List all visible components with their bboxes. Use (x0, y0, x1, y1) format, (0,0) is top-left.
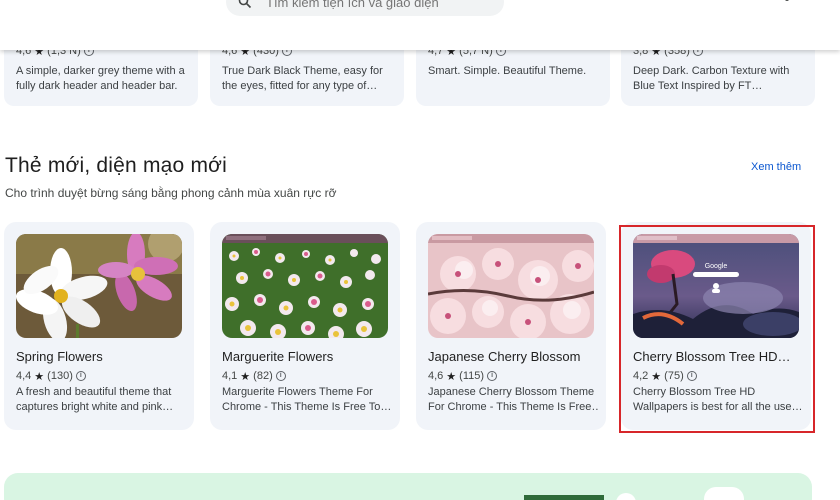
description-line: True Dark Black Theme, easy for (222, 65, 383, 77)
rating-value: 4,4 (16, 370, 32, 382)
rating-count: (115) (459, 370, 485, 382)
rating: 4,1 ★ (82) i (222, 369, 286, 383)
info-icon[interactable]: i (487, 371, 498, 381)
section-subtitle: Cho trình duyệt bừng sáng bằng phong cản… (5, 186, 337, 200)
rating-count: (130) (47, 370, 73, 382)
help-icon[interactable] (780, 0, 794, 4)
star-icon: ★ (34, 370, 45, 383)
search-bar[interactable] (226, 0, 504, 16)
theme-card-marguerite-flowers[interactable]: Marguerite Flowers 4,1 ★ (82) i Margueri… (210, 222, 400, 430)
rating-count: (82) (253, 370, 273, 382)
theme-description: A fresh and beautiful theme that capture… (16, 385, 186, 415)
banner-illustration (524, 487, 744, 500)
theme-name: Marguerite Flowers (222, 349, 334, 364)
see-more-link[interactable]: Xem thêm (751, 161, 801, 173)
description-line: Blue Text Inspired by FT… (633, 80, 763, 92)
description-line: the eyes, fitted for any type of… (222, 80, 378, 92)
theme-thumbnail (222, 234, 388, 338)
japanese-cherry-blossom-image (428, 234, 594, 338)
description-line: Deep Dark. Carbon Texture with (633, 65, 790, 77)
search-icon (238, 0, 252, 9)
star-icon: ★ (240, 370, 251, 383)
rating-value: 4,6 (428, 370, 444, 382)
marguerite-flowers-image (222, 234, 388, 338)
theme-card-japanese-cherry-blossom[interactable]: Japanese Cherry Blossom 4,6 ★ (115) i Ja… (416, 222, 606, 430)
rating-value: 4,1 (222, 370, 238, 382)
highlight-box (619, 225, 815, 433)
section-title: Thẻ mới, diện mạo mới (5, 154, 227, 177)
description-line: captures bright white and pink… (16, 401, 174, 413)
rating: 4,4 ★ (130) i (16, 369, 86, 383)
description-line: Smart. Simple. Beautiful Theme. (428, 65, 587, 77)
theme-description: A simple, darker grey theme with a fully… (16, 64, 186, 94)
more-vert-icon[interactable] (812, 0, 826, 4)
top-header (0, 0, 840, 50)
star-icon: ★ (446, 370, 457, 383)
spring-flowers-image (16, 234, 182, 338)
description-line: Marguerite Flowers Theme For (222, 386, 373, 398)
info-icon[interactable]: i (275, 371, 286, 381)
description-line: A fresh and beautiful theme that (16, 386, 172, 398)
description-line: Japanese Cherry Blossom Theme (428, 386, 595, 398)
theme-description: Smart. Simple. Beautiful Theme. (428, 64, 598, 79)
theme-description: True Dark Black Theme, easy for the eyes… (222, 64, 392, 94)
rating: 4,6 ★ (115) i (428, 369, 498, 383)
description-line: A simple, darker grey theme with a (16, 65, 185, 77)
theme-thumbnail (428, 234, 594, 338)
promo-banner[interactable] (4, 473, 812, 500)
theme-description: Marguerite Flowers Theme For Chrome - Th… (222, 385, 392, 415)
theme-name: Japanese Cherry Blossom (428, 349, 581, 364)
theme-name: Spring Flowers (16, 349, 103, 364)
description-line: Chrome - This Theme Is Free To… (222, 401, 392, 413)
info-icon[interactable]: i (75, 371, 86, 381)
search-input[interactable] (266, 0, 496, 10)
theme-card-spring-flowers[interactable]: Spring Flowers 4,4 ★ (130) i A fresh and… (4, 222, 194, 430)
description-line: For Chrome - This Theme Is Free… (428, 401, 598, 413)
theme-description: Deep Dark. Carbon Texture with Blue Text… (633, 64, 803, 94)
description-line: fully dark header and header bar. (16, 80, 178, 92)
theme-description: Japanese Cherry Blossom Theme For Chrome… (428, 385, 598, 415)
theme-thumbnail (16, 234, 182, 338)
